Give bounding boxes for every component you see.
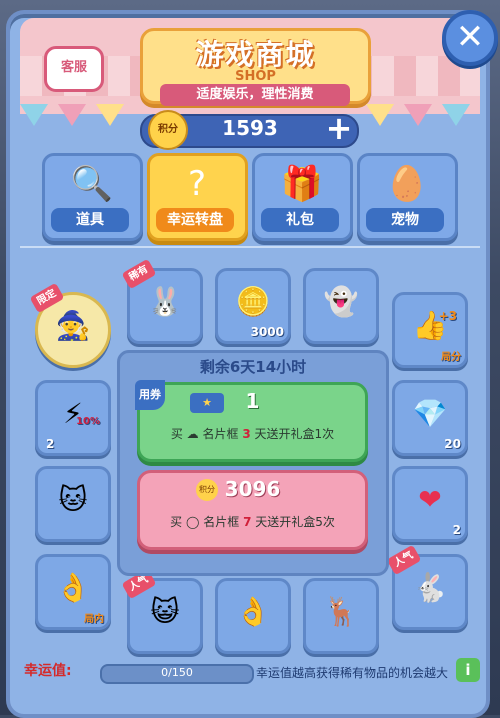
points-cost: 3096 <box>224 477 281 501</box>
desc-days: 7 <box>243 515 252 529</box>
luck-tip: 幸运值越高获得稀有物品的机会越大 <box>256 666 449 680</box>
item-slot-plus3[interactable]: 👍 +3 局分 <box>392 292 468 368</box>
divider <box>20 246 480 248</box>
close-button[interactable]: ✕ <box>442 10 498 66</box>
tab-label: 幸运转盘 <box>156 208 234 232</box>
heart-icon: ❤ <box>418 483 442 516</box>
info-button[interactable]: i <box>456 658 480 682</box>
desc-mid: 名片框 <box>203 515 240 529</box>
rabbit-icon: 🐰 <box>147 285 183 318</box>
customer-service-button[interactable]: 客服 <box>44 46 104 92</box>
item-count: 20 <box>444 437 461 451</box>
flag-icon <box>58 104 86 126</box>
item-slot-diamond[interactable]: 💎 20 <box>392 380 468 456</box>
diamond-icon: 💎 <box>412 397 448 430</box>
item-slot-hand[interactable]: 👌 <box>215 578 291 654</box>
shop-title-en: SHOP <box>235 69 276 84</box>
desc-prefix: 买 <box>170 515 183 529</box>
bonus-sub: 局内 <box>84 614 104 625</box>
percent-badge: 10% <box>76 416 100 427</box>
points-draw-button[interactable]: 积分 3096 买 ◯ 名片框 7 天送开礼盒5次 <box>137 470 368 550</box>
desc-prefix: 买 <box>170 427 183 441</box>
item-slot-slime[interactable]: 🐱 <box>35 466 111 542</box>
luck-label: 幸运值: <box>24 663 72 679</box>
tab-lucky-wheel[interactable]: ? 幸运转盘 <box>147 153 248 241</box>
cat-mask-icon: 😺 <box>150 595 180 628</box>
flag-icon <box>404 104 432 126</box>
cloud-icon: ☁ <box>186 427 199 441</box>
item-count: 2 <box>46 437 55 451</box>
bonus-tag: +3 <box>438 309 457 323</box>
luck-value: 0/150 <box>161 666 193 679</box>
shop-subtitle: 适度娱乐，理性消费 <box>160 84 350 106</box>
ok-hand-icon: 👌 <box>55 571 91 604</box>
item-slot-bunny[interactable]: 🐇 人气 <box>386 544 468 630</box>
points-value: 1593 <box>222 116 278 140</box>
bunny-icon: 🐇 <box>412 571 448 604</box>
item-slot-ghost[interactable]: 👻 <box>303 268 379 344</box>
add-points-button[interactable]: + <box>322 112 356 146</box>
tab-label: 礼包 <box>261 208 339 232</box>
flag-icon <box>20 104 48 126</box>
egg-icon: 🥚 <box>385 164 429 204</box>
ring-icon: ◯ <box>185 515 200 529</box>
desc-suffix: 天送开礼盒5次 <box>255 515 335 529</box>
ticket-card-desc: 买 ☁ 名片框 3 天送开礼盒1次 <box>140 425 365 442</box>
desc-suffix: 天送开礼盒1次 <box>254 427 335 441</box>
tab-props[interactable]: 🔍 道具 <box>42 153 143 241</box>
question-icon: ? <box>187 164 207 204</box>
gift-icon: 🎁 <box>280 164 324 204</box>
deer-icon: 🦌 <box>323 595 359 628</box>
item-slot-lightning[interactable]: ⚡ 10% 2 <box>35 380 111 456</box>
item-slot-rabbit[interactable]: 🐰 稀有 <box>121 258 203 344</box>
item-count: 2 <box>452 523 461 537</box>
tab-label: 宠物 <box>366 208 444 232</box>
magnifier-icon: 🔍 <box>70 164 114 204</box>
desc-days: 3 <box>242 427 251 441</box>
ghost-icon: 👻 <box>323 285 359 318</box>
flag-icon <box>366 104 394 126</box>
bonus-sub: 局分 <box>441 352 461 363</box>
time-remaining: 剩余6天14小时 <box>199 358 307 376</box>
tab-pets[interactable]: 🥚 宠物 <box>357 153 458 241</box>
item-slot-catmask[interactable]: 😺 人气 <box>121 568 203 654</box>
shop-title: 游戏商城 <box>195 38 316 71</box>
coin-icon: 🪙 <box>235 285 271 318</box>
item-slot-heart[interactable]: ❤ 2 <box>392 466 468 542</box>
item-slot-limited[interactable]: 🧙 限定 <box>29 282 111 368</box>
flag-icon <box>96 104 124 126</box>
lightning-icon: ⚡ <box>63 397 83 430</box>
points-icon: 积分 <box>148 110 188 150</box>
ticket-cost: 1 <box>245 389 260 413</box>
ticket-draw-button[interactable]: ★ 1 买 ☁ 名片框 3 天送开礼盒1次 <box>137 382 368 462</box>
item-slot-deer[interactable]: 🦌 <box>303 578 379 654</box>
item-slot-coin[interactable]: 🪙 3000 <box>215 268 291 344</box>
tab-label: 道具 <box>51 208 129 232</box>
tab-gift-pack[interactable]: 🎁 礼包 <box>252 153 353 241</box>
item-count: 3000 <box>250 325 284 339</box>
desc-mid: 名片框 <box>202 427 239 441</box>
slime-cat-icon: 🐱 <box>58 483 88 516</box>
item-slot-ok-hand[interactable]: 👌 局内 <box>35 554 111 630</box>
character-icon: 🧙 <box>55 309 91 342</box>
points-card-desc: 买 ◯ 名片框 7 天送开礼盒5次 <box>140 513 365 530</box>
use-ticket-tag: 用券 <box>135 380 165 410</box>
hand-icon: 👌 <box>235 595 271 628</box>
flag-icon <box>442 104 470 126</box>
